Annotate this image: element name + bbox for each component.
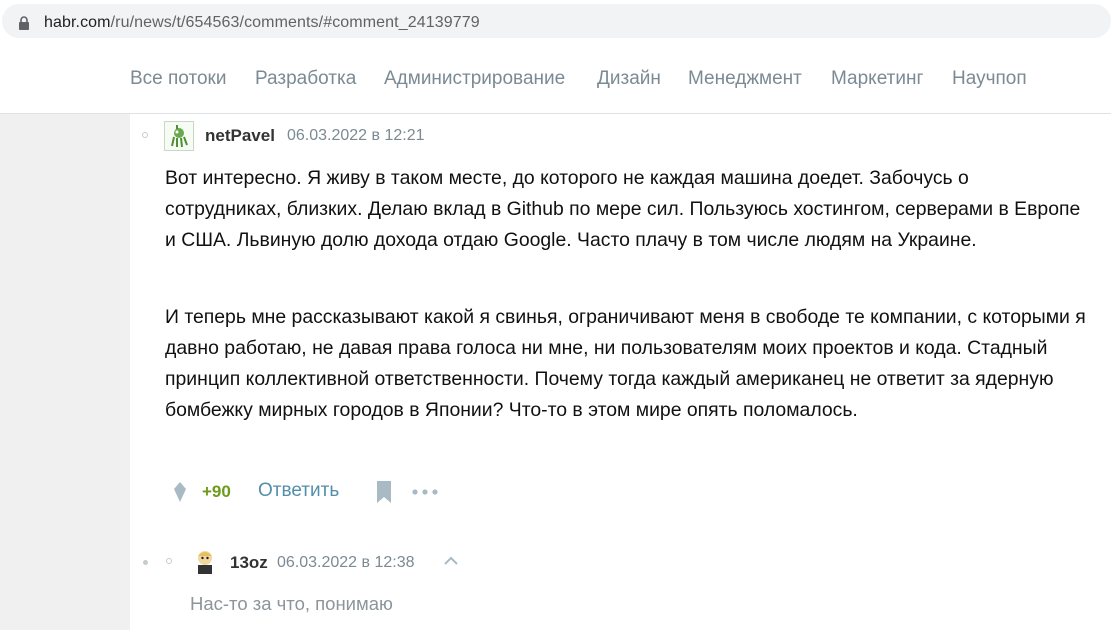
url-text: habr.com/ru/news/t/654563/comments/#comm… [44, 14, 480, 32]
thread-marker [143, 560, 148, 565]
thread-marker [142, 132, 148, 138]
nav-item-design[interactable]: Дизайн [597, 68, 661, 90]
url-host: habr.com [44, 14, 111, 31]
vote-icon[interactable] [173, 482, 187, 502]
browser-address-bar: habr.com/ru/news/t/654563/comments/#comm… [0, 0, 1111, 42]
reply-date[interactable]: 06.03.2022 в 12:38 [277, 554, 415, 572]
hub-navigation: Все потоки Разработка Администрирование … [0, 42, 1111, 114]
avatar[interactable] [164, 121, 194, 151]
comment-paragraph: Вот интересно. Я живу в таком месте, до … [165, 167, 1081, 251]
cartoon-avatar-icon[interactable] [192, 548, 218, 574]
lock-icon [19, 16, 29, 30]
chevron-up-icon[interactable] [443, 556, 459, 566]
bookmark-icon[interactable] [376, 481, 392, 503]
nav-item-popsci[interactable]: Научпоп [952, 68, 1027, 90]
url-path: /ru/news/t/654563/comments/#comment_2413… [110, 14, 480, 31]
nav-item-administration[interactable]: Администрирование [384, 68, 565, 90]
nav-item-marketing[interactable]: Маркетинг [831, 68, 923, 90]
thread-marker [166, 558, 172, 564]
comment-date[interactable]: 06.03.2022 в 12:21 [287, 127, 425, 145]
comment-paragraph: И теперь мне рассказывают какой я свинья… [165, 306, 1086, 421]
nav-item-development[interactable]: Разработка [255, 68, 356, 90]
reply-text: Нас-то за что, понимаю [190, 593, 393, 614]
reply-author[interactable]: 13oz [230, 553, 268, 573]
nav-item-all-streams[interactable]: Все потоки [130, 68, 226, 90]
nav-item-management[interactable]: Менеджмент [688, 68, 802, 90]
robot-avatar-icon [171, 125, 188, 148]
more-icon[interactable] [412, 489, 438, 495]
reply-button[interactable]: Ответить [258, 480, 339, 502]
comment-author[interactable]: netPavel [205, 126, 275, 146]
url-field[interactable]: habr.com/ru/news/t/654563/comments/#comm… [2, 4, 1111, 38]
comment-score: +90 [202, 482, 231, 501]
